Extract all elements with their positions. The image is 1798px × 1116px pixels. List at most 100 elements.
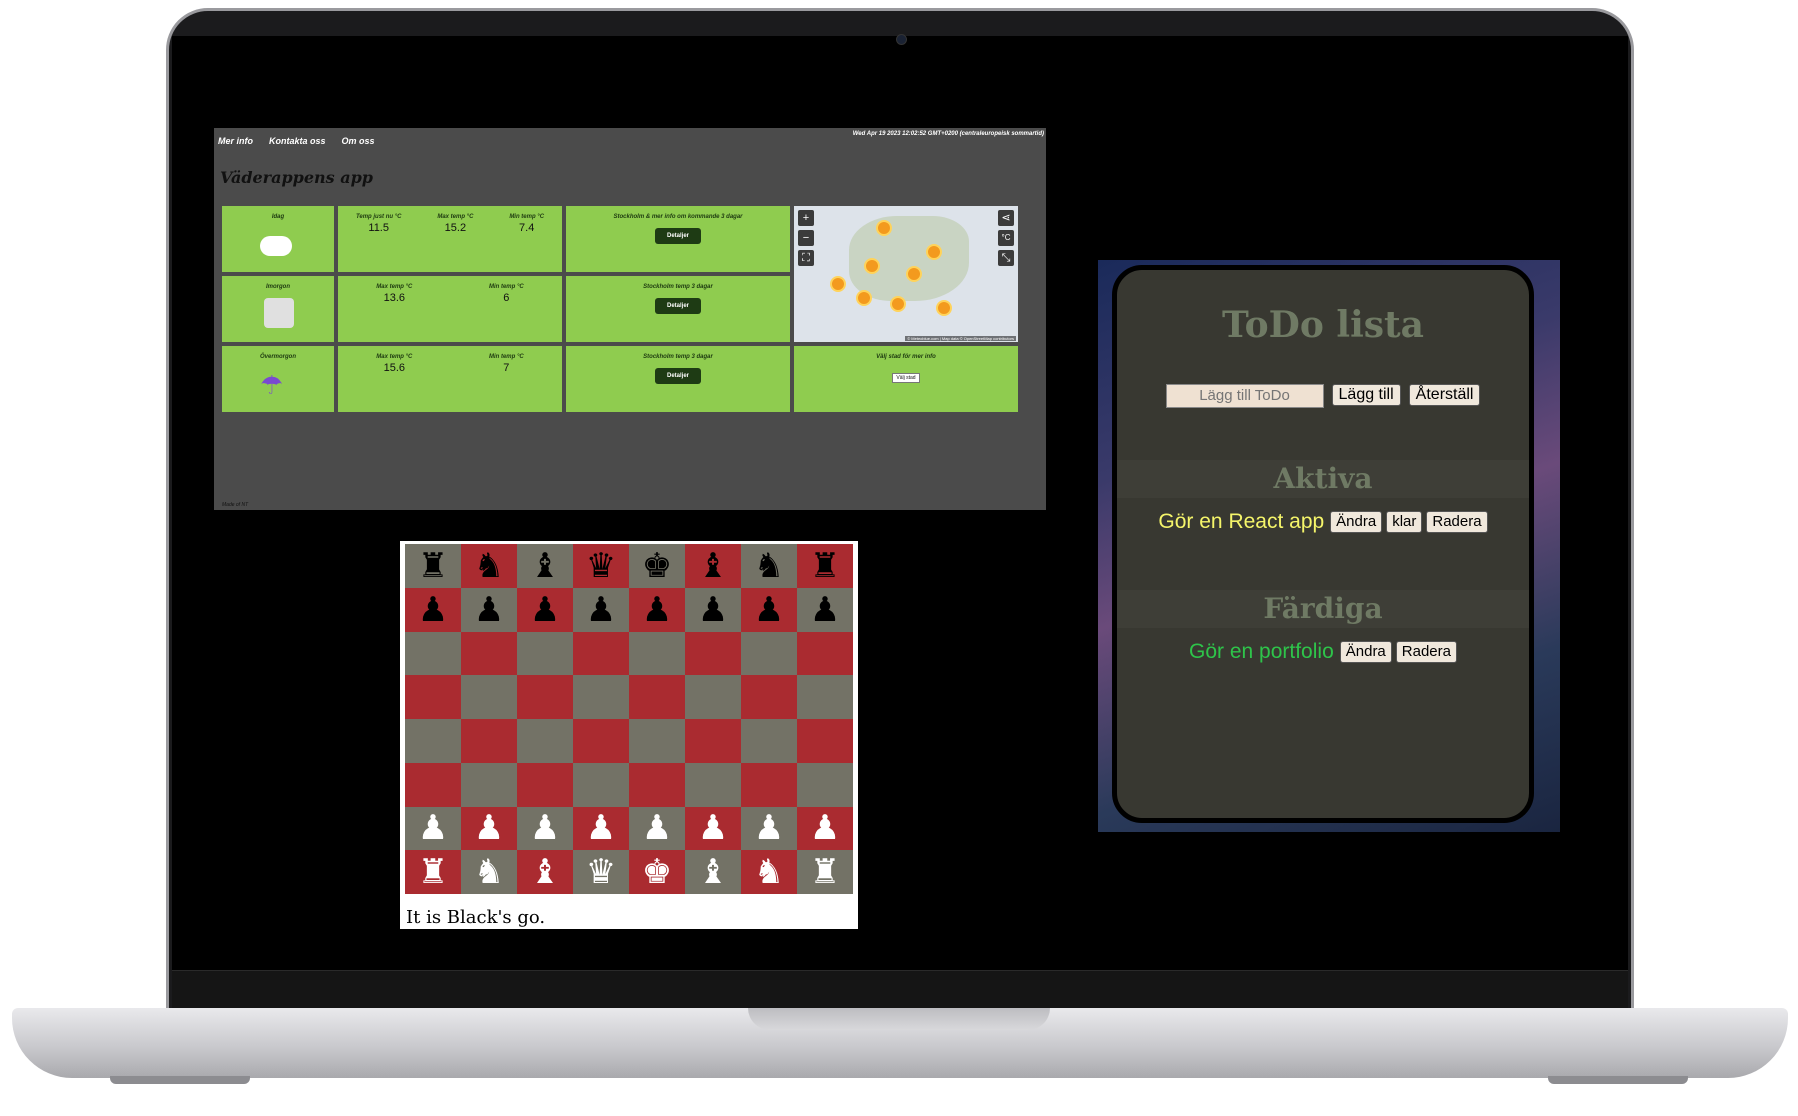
chess-square[interactable] — [405, 719, 461, 763]
zoom-in-icon[interactable]: + — [798, 210, 814, 226]
city-select[interactable]: Välj stad — [892, 373, 920, 383]
chess-square[interactable] — [405, 631, 461, 676]
chess-piece[interactable]: ♜ — [405, 850, 461, 894]
chess-square[interactable] — [685, 631, 741, 676]
chess-square[interactable] — [573, 631, 629, 676]
chess-square[interactable] — [685, 675, 741, 719]
chess-board[interactable]: ♜ ♞ ♝ ♛ ♚ ♝ ♞ ♜ ♟ ♟ ♟ ♟ ♟ ♟ ♟ ♟ ♟ ♟ ♟ ♟ ♟ ♟ ♟ ♟ ♜ ♞ ♝ ♛ ♚ ♝ ♞ ♜ — [405, 544, 853, 894]
chess-piece[interactable]: ♛ — [573, 544, 629, 588]
chess-piece[interactable]: ♞ — [741, 850, 797, 894]
chess-square[interactable] — [629, 631, 685, 676]
city-select-label: Välj stad för mer info — [876, 354, 936, 360]
chess-piece[interactable]: ♚ — [629, 850, 685, 894]
active-heading: Aktiva — [1117, 460, 1529, 498]
chess-piece[interactable]: ♝ — [517, 544, 573, 588]
chess-square[interactable] — [573, 675, 629, 719]
chess-piece[interactable]: ♞ — [741, 544, 797, 588]
chess-square[interactable] — [405, 762, 461, 807]
chess-square[interactable] — [797, 719, 853, 763]
chess-piece[interactable]: ♟ — [685, 587, 741, 632]
chess-square[interactable] — [573, 762, 629, 807]
chess-square[interactable] — [629, 675, 685, 719]
chess-square[interactable] — [573, 719, 629, 763]
chess-piece[interactable]: ♞ — [461, 544, 517, 588]
chess-square[interactable] — [405, 675, 461, 719]
details-button[interactable]: Detaljer — [654, 298, 701, 314]
chess-piece[interactable]: ♟ — [573, 587, 629, 632]
details-button[interactable]: Detaljer — [654, 228, 701, 244]
camera-icon — [896, 34, 907, 45]
unit-toggle[interactable]: °C — [998, 230, 1014, 246]
chess-square[interactable] — [517, 719, 573, 763]
todo-input[interactable] — [1165, 384, 1324, 408]
fullscreen-icon[interactable]: ⛶ — [798, 250, 814, 266]
chess-square[interactable] — [629, 719, 685, 763]
temp-card-tomorrow: Max temp °C 13.6 Min temp °C 6 — [338, 276, 562, 342]
delete-button[interactable]: Radera — [1395, 641, 1457, 663]
chess-piece[interactable]: ♜ — [797, 544, 853, 588]
chess-square[interactable] — [517, 762, 573, 807]
chess-square[interactable] — [461, 762, 517, 807]
add-todo-button[interactable]: Lägg till — [1331, 384, 1401, 406]
chess-piece[interactable]: ♟ — [797, 587, 853, 632]
chess-square[interactable] — [797, 631, 853, 676]
chess-piece[interactable]: ♟ — [573, 806, 629, 851]
chess-piece[interactable]: ♞ — [461, 850, 517, 894]
chess-piece[interactable]: ♟ — [797, 806, 853, 851]
chess-piece[interactable]: ♟ — [405, 806, 461, 851]
chess-square[interactable] — [461, 631, 517, 676]
sun-icon — [876, 220, 892, 236]
expand-icon[interactable]: ⤡ — [998, 250, 1014, 266]
chess-piece[interactable]: ♝ — [685, 544, 741, 588]
chess-piece[interactable]: ♜ — [405, 544, 461, 588]
complete-button[interactable]: klar — [1386, 511, 1423, 533]
chess-piece[interactable]: ♟ — [741, 587, 797, 632]
chess-square[interactable] — [741, 762, 797, 807]
chess-square[interactable] — [629, 762, 685, 807]
chess-piece[interactable]: ♟ — [461, 587, 517, 632]
chess-piece[interactable]: ♟ — [685, 806, 741, 851]
chess-piece[interactable]: ♜ — [797, 850, 853, 894]
chess-piece[interactable]: ♛ — [573, 850, 629, 894]
sun-icon — [936, 300, 952, 316]
chess-square[interactable] — [741, 675, 797, 719]
chess-square[interactable] — [461, 675, 517, 719]
zoom-out-icon[interactable]: − — [798, 230, 814, 246]
chess-square[interactable] — [685, 719, 741, 763]
nav-link-contact[interactable]: Kontakta oss — [269, 136, 326, 146]
chess-piece[interactable]: ♝ — [685, 850, 741, 894]
chess-square[interactable] — [797, 675, 853, 719]
edit-button[interactable]: Ändra — [1330, 511, 1383, 533]
chess-piece[interactable]: ♟ — [741, 806, 797, 851]
chess-square[interactable] — [517, 631, 573, 676]
city-select-card: Välj stad för mer info Välj stad — [794, 346, 1018, 412]
chess-piece[interactable]: ♟ — [629, 587, 685, 632]
chess-piece[interactable]: ♟ — [517, 806, 573, 851]
chess-square[interactable] — [461, 719, 517, 763]
umbrella-icon: ☂ — [260, 370, 284, 400]
nav-link-more-info[interactable]: Mer info — [218, 136, 253, 146]
chess-square[interactable] — [741, 631, 797, 676]
chess-piece[interactable]: ♝ — [517, 850, 573, 894]
chess-square[interactable] — [517, 675, 573, 719]
weather-map[interactable]: + − ⛶ ⋖ °C ⤡ © Meteoblue.com | Map data … — [794, 206, 1018, 342]
sun-icon — [890, 296, 906, 312]
chess-square[interactable] — [797, 762, 853, 807]
delete-button[interactable]: Radera — [1426, 511, 1488, 533]
chess-square[interactable] — [685, 762, 741, 807]
reset-button[interactable]: Återställ — [1408, 384, 1481, 406]
nav-link-about[interactable]: Om oss — [342, 136, 375, 146]
chess-piece[interactable]: ♟ — [517, 587, 573, 632]
temp-label: Min temp °C — [509, 214, 545, 220]
chess-piece[interactable]: ♟ — [629, 806, 685, 851]
chess-piece[interactable]: ♟ — [405, 587, 461, 632]
chess-piece[interactable]: ♟ — [461, 806, 517, 851]
share-icon[interactable]: ⋖ — [998, 210, 1014, 226]
edit-button[interactable]: Ändra — [1339, 641, 1392, 663]
chess-square[interactable] — [741, 719, 797, 763]
sun-icon — [926, 244, 942, 260]
chess-piece[interactable]: ♚ — [629, 544, 685, 588]
details-button[interactable]: Detaljer — [654, 368, 701, 384]
detail-card-today: Stockholm & mer info om kommande 3 dagar… — [566, 206, 790, 272]
cloud-icon — [260, 236, 292, 256]
